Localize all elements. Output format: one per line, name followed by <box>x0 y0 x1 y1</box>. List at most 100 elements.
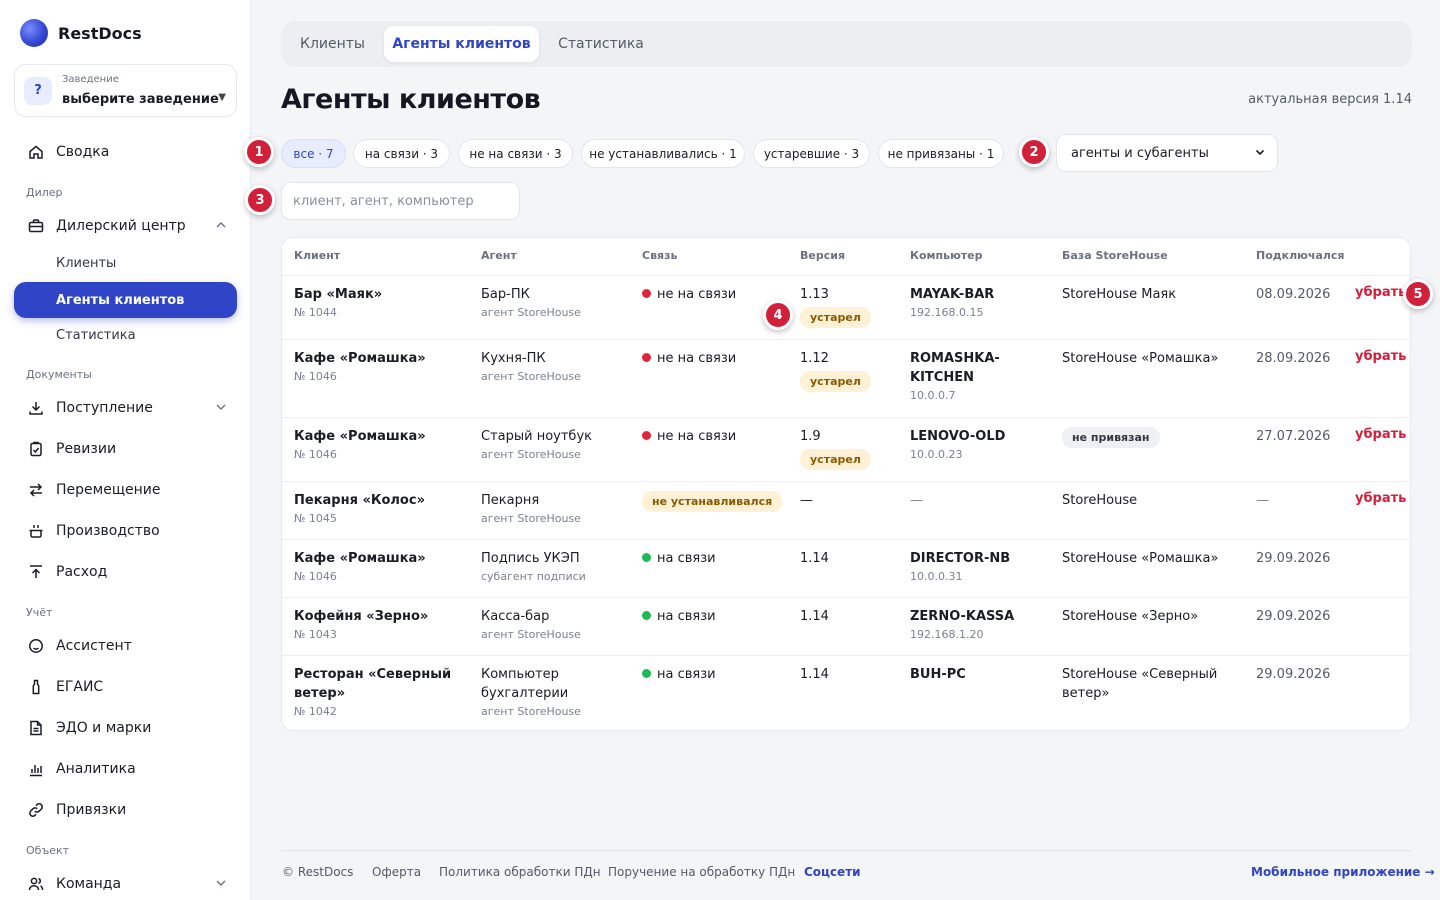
nav-analytics[interactable]: Аналитика <box>14 751 237 787</box>
page-title: Агенты клиентов <box>281 84 541 115</box>
nav-label: Привязки <box>56 802 127 818</box>
last-connected: 27.07.2026 <box>1256 429 1331 444</box>
search-input[interactable] <box>281 182 520 220</box>
nav-dealer-clients[interactable]: Клиенты <box>14 245 237 281</box>
nav-production[interactable]: Производство <box>14 513 237 549</box>
nav-label: Перемещение <box>56 482 161 498</box>
filter-not-installed[interactable]: не устанавливались · 1 <box>581 139 745 168</box>
section-documents: Документы <box>26 368 92 381</box>
nav-expense[interactable]: Расход <box>14 554 237 590</box>
chevron-up-icon[interactable] <box>215 219 227 235</box>
agent-type: агент StoreHouse <box>481 628 581 641</box>
nav-dealer-stats[interactable]: Статистика <box>14 317 237 353</box>
nav-label: ЕГАИС <box>56 679 104 695</box>
transfer-icon <box>26 482 46 498</box>
client-name: Ресторан «Северный ветер» <box>294 667 452 701</box>
assistant-icon <box>26 638 46 654</box>
nav-dealer-agents[interactable]: Агенты клиентов <box>14 282 237 318</box>
remove-button[interactable]: убрать <box>1355 491 1406 506</box>
table-row[interactable]: Кафе «Ромашка» № 1046 Старый ноутбук агент… <box>282 418 1410 482</box>
current-version: актуальная версия 1.14 <box>1248 92 1412 107</box>
chevron-down-icon[interactable] <box>215 401 227 417</box>
filter-unbound[interactable]: не привязаны · 1 <box>878 139 1004 168</box>
remove-button[interactable]: убрать <box>1355 349 1406 364</box>
footer-offer-link[interactable]: Оферта <box>372 865 421 879</box>
outdated-badge: устарел <box>800 371 871 392</box>
nav-bindings[interactable]: Привязки <box>14 792 237 828</box>
remove-button[interactable]: убрать <box>1355 285 1406 300</box>
chevron-down-icon[interactable] <box>215 877 227 893</box>
remove-button[interactable]: убрать <box>1355 427 1406 442</box>
client-number: № 1046 <box>294 370 337 383</box>
table-row[interactable]: Кафе «Ромашка» № 1046 Кухня-ПК агент Store… <box>282 340 1410 418</box>
online-dot-icon <box>642 553 651 562</box>
filter-online[interactable]: на связи · 3 <box>353 139 450 168</box>
status-text: не на связи <box>657 429 737 444</box>
column-header[interactable]: База StoreHouse <box>1062 249 1168 262</box>
column-header[interactable]: Компьютер <box>910 249 983 262</box>
brand[interactable]: RestDocs <box>20 19 142 47</box>
unbound-badge: не привязан <box>1062 427 1160 448</box>
client-number: № 1044 <box>294 306 337 319</box>
agent-name: Старый ноутбук <box>481 429 592 444</box>
table-row[interactable]: Ресторан «Северный ветер» № 1042 Компьюте… <box>282 656 1410 730</box>
footer-mobile-app-link[interactable]: Мобильное приложение → <box>1251 865 1435 879</box>
agent-type-select[interactable]: агенты и субагенты <box>1056 134 1278 172</box>
top-tabs: Клиенты Агенты клиентов Статистика <box>281 21 1412 67</box>
agent-name: Касса-бар <box>481 609 550 624</box>
agent-name: Компьютер бухгалтерии <box>481 667 569 701</box>
nav-summary[interactable]: Сводка <box>14 134 237 170</box>
nav-receipt[interactable]: Поступление <box>14 390 237 426</box>
version-value: 1.12 <box>800 351 829 366</box>
briefcase-icon <box>26 218 46 234</box>
link-icon <box>26 802 46 818</box>
clipboard-icon <box>26 441 46 457</box>
filter-all[interactable]: все · 7 <box>281 139 346 168</box>
column-header[interactable]: Версия <box>800 249 845 262</box>
client-name: Кафе «Ромашка» <box>294 551 426 566</box>
table-row[interactable]: Кафе «Ромашка» № 1046 Подпись УКЭП субаген… <box>282 540 1410 598</box>
tab-clients[interactable]: Клиенты <box>287 26 378 62</box>
last-connected: 29.09.2026 <box>1256 667 1331 682</box>
venue-selector[interactable]: ? Заведение выберите заведение ▼ <box>14 64 237 117</box>
nav-assistant[interactable]: Ассистент <box>14 628 237 664</box>
client-number: № 1043 <box>294 628 337 641</box>
column-header[interactable]: Подключался <box>1256 249 1344 262</box>
filter-offline[interactable]: не на связи · 3 <box>458 139 573 168</box>
tab-statistics[interactable]: Статистика <box>545 26 657 62</box>
caret-down-icon: ▼ <box>218 92 226 103</box>
connection-status: на связи <box>642 607 716 626</box>
last-connected: 29.09.2026 <box>1256 609 1331 624</box>
footer-social-link[interactable]: Соцсети <box>804 865 861 879</box>
last-connected: — <box>1256 493 1269 508</box>
footer-processing-link[interactable]: Поручение на обработку ПДн <box>608 865 795 879</box>
upload-icon <box>26 564 46 580</box>
column-header[interactable]: Клиент <box>294 249 340 262</box>
status-text: не на связи <box>657 287 737 302</box>
column-header[interactable]: Агент <box>481 249 517 262</box>
computer-name: — <box>910 493 923 508</box>
table-row[interactable]: Пекарня «Колос» № 1045 Пекарня агент Store… <box>282 482 1410 540</box>
storehouse-base: StoreHouse Маяк <box>1062 287 1177 302</box>
agent-type: агент StoreHouse <box>481 306 581 319</box>
annotation-marker: 4 <box>763 300 793 330</box>
footer-privacy-link[interactable]: Политика обработки ПДн <box>439 865 601 879</box>
table-row[interactable]: Бар «Маяк» № 1044 Бар-ПК агент StoreHouse … <box>282 276 1410 340</box>
online-dot-icon <box>642 669 651 678</box>
nav-egais[interactable]: ЕГАИС <box>14 669 237 705</box>
computer-ip: 10.0.0.31 <box>910 570 963 583</box>
nav-inventory[interactable]: Ревизии <box>14 431 237 467</box>
nav-transfer[interactable]: Перемещение <box>14 472 237 508</box>
tab-client-agents[interactable]: Агенты клиентов <box>384 26 539 62</box>
storehouse-base: StoreHouse «Ромашка» <box>1062 351 1219 366</box>
table-row[interactable]: Кофейня «Зерно» № 1043 Касса-бар агент Sto… <box>282 598 1410 656</box>
online-dot-icon <box>642 611 651 620</box>
filter-outdated[interactable]: устаревшие · 3 <box>753 139 870 168</box>
version-value: 1.14 <box>800 551 829 566</box>
nav-edo[interactable]: ЭДО и марки <box>14 710 237 746</box>
nav-label: Поступление <box>56 400 153 416</box>
column-header[interactable]: Связь <box>642 249 677 262</box>
nav-dealer-center[interactable]: Дилерский центр <box>14 208 237 244</box>
nav-team[interactable]: Команда <box>14 866 237 900</box>
brand-logo <box>20 19 48 47</box>
